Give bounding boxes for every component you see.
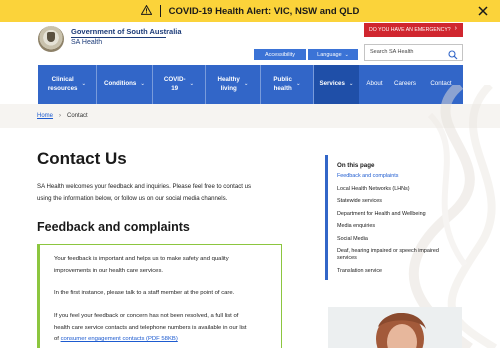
intro-line: SA Health welcomes your feedback and inq… xyxy=(37,183,252,190)
callout-line: improvements in our health care services… xyxy=(54,267,164,274)
alert-bar[interactable]: COVID-19 Health Alert: VIC, NSW and QLD xyxy=(0,0,500,22)
chevron-down-icon: ⌄ xyxy=(140,80,145,87)
intro-line: using the information below, or follow u… xyxy=(37,194,228,202)
callout-line: health care service contacts and telepho… xyxy=(54,324,247,331)
callout-line: Your feedback is important and helps us … xyxy=(54,256,229,262)
on-this-page-link[interactable]: Statewide services xyxy=(337,198,455,205)
nav-label: Healthy living xyxy=(217,76,240,92)
alert-text[interactable]: COVID-19 Health Alert: VIC, NSW and QLD xyxy=(169,6,360,17)
logo-title[interactable]: Government of South Australia xyxy=(71,27,182,36)
section-title: Feedback and complaints xyxy=(37,220,190,234)
nav-item-about[interactable]: About xyxy=(359,65,390,104)
callout-paragraph: If you feel your feedback or concern has… xyxy=(54,311,279,346)
site-header: Government of South Australia SA Health … xyxy=(0,22,500,65)
accessibility-label: Accessibility xyxy=(265,51,295,58)
on-this-page-link[interactable]: Translation service xyxy=(337,268,455,275)
nav-label: Public health xyxy=(273,76,292,92)
nav-item-public-health[interactable]: Public health ⌄ xyxy=(261,65,313,104)
nav-item-services[interactable]: Services ⌄ xyxy=(314,65,359,104)
callout-paragraph: In the first instance, please talk to a … xyxy=(54,290,235,296)
language-button[interactable]: Language ⌄ xyxy=(308,49,358,60)
nav-item-clinical-resources[interactable]: Clinical resources ⌄ xyxy=(38,65,96,104)
contact-photo xyxy=(328,307,462,348)
emergency-button[interactable]: DO YOU HAVE AN EMERGENCY? › xyxy=(364,23,463,37)
breadcrumb-home-link[interactable]: Home xyxy=(37,113,53,119)
on-this-page-title: On this page xyxy=(337,162,375,169)
alert-divider xyxy=(159,5,161,17)
callout-paragraph: Your feedback is important and helps us … xyxy=(54,254,279,277)
feedback-callout: Your feedback is important and helps us … xyxy=(37,244,282,348)
emergency-label: DO YOU HAVE AN EMERGENCY? xyxy=(369,27,451,33)
on-this-page-link[interactable]: Deaf, hearing impaired or speech impaire… xyxy=(337,248,455,262)
breadcrumb-current: Contact xyxy=(67,113,88,119)
search-icon[interactable] xyxy=(448,47,458,60)
nav-label: Conditions xyxy=(104,80,137,88)
chevron-down-icon: ⌄ xyxy=(189,80,195,87)
callout-line: of xyxy=(54,336,59,343)
chevron-right-icon: › xyxy=(454,25,457,32)
chevron-down-icon: ⌄ xyxy=(344,51,349,58)
on-this-page: On this page Feedback and complaints Loc… xyxy=(325,155,455,280)
callout-line: If you feel your feedback or concern has… xyxy=(54,313,239,319)
chevron-down-icon: ⌄ xyxy=(81,80,87,87)
on-this-page-link[interactable]: Media enquiries xyxy=(337,223,455,230)
nav-label: COVID- 19 xyxy=(163,76,186,92)
on-this-page-link[interactable]: Department for Health and Wellbeing xyxy=(337,211,455,218)
on-this-page-link[interactable]: Social Media xyxy=(337,236,455,243)
accessibility-button[interactable]: Accessibility xyxy=(254,49,306,60)
language-label: Language xyxy=(317,51,342,58)
logo-divider xyxy=(71,37,166,38)
logo-subtitle[interactable]: SA Health xyxy=(71,39,102,46)
on-this-page-link[interactable]: Feedback and complaints xyxy=(337,173,455,180)
nav-item-healthy-living[interactable]: Healthy living ⌄ xyxy=(206,65,260,104)
chevron-down-icon: ⌄ xyxy=(348,80,354,87)
crest-logo[interactable] xyxy=(38,26,64,52)
nav-item-covid-19[interactable]: COVID- 19 ⌄ xyxy=(153,65,205,104)
nav-label: Clinical resources xyxy=(47,76,78,92)
intro-text: SA Health welcomes your feedback and inq… xyxy=(37,181,287,205)
nav-item-conditions[interactable]: Conditions ⌄ xyxy=(97,65,152,104)
page-title: Contact Us xyxy=(37,149,127,168)
nav-label: Services xyxy=(319,80,345,88)
warning-icon xyxy=(140,4,153,18)
chevron-right-icon: › xyxy=(59,113,62,119)
chevron-down-icon: ⌄ xyxy=(243,80,249,87)
consumer-engagement-contacts-link[interactable]: consumer engagement contacts (PDF 58KB) xyxy=(61,336,178,342)
on-this-page-link[interactable]: Local Health Networks (LHNs) xyxy=(337,186,455,193)
search-input[interactable]: Search SA Health xyxy=(370,49,413,55)
chevron-down-icon: ⌄ xyxy=(295,80,301,87)
nav-label: About xyxy=(366,80,383,88)
close-icon[interactable] xyxy=(478,3,488,20)
search-box[interactable]: Search SA Health xyxy=(364,44,463,61)
breadcrumb: Home › Contact xyxy=(37,113,88,119)
